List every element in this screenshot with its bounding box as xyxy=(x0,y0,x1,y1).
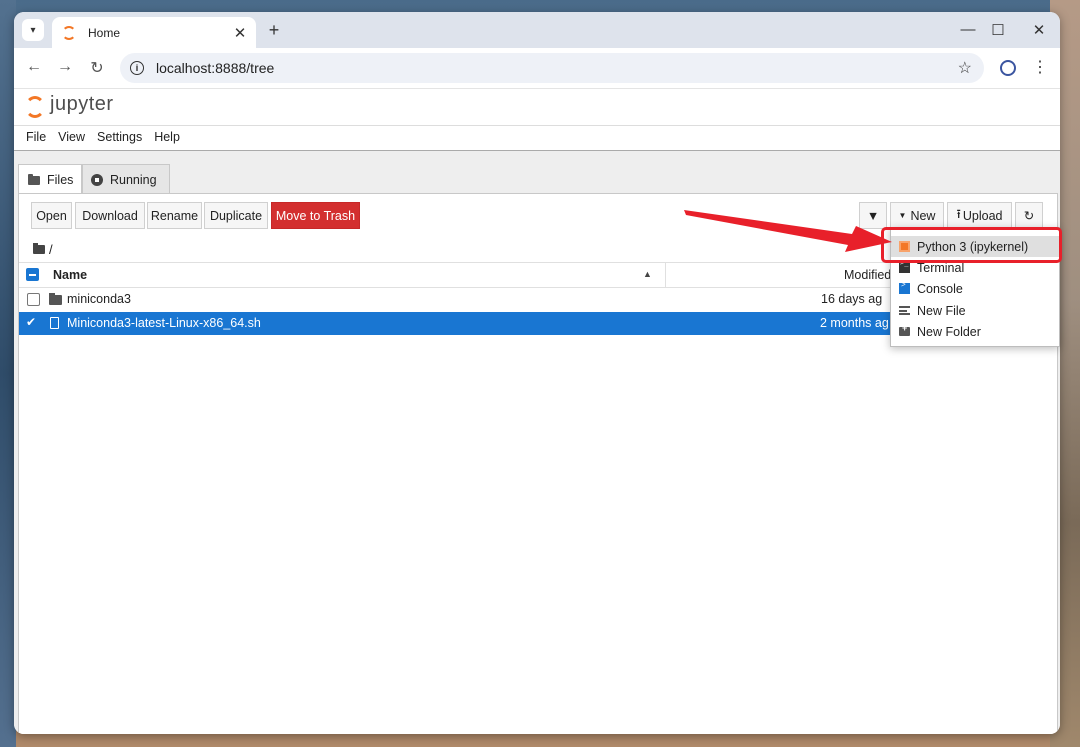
menu-help[interactable]: Help xyxy=(148,126,186,144)
sort-ascending-icon[interactable]: ▲ xyxy=(643,269,652,279)
address-bar[interactable]: i localhost:8888/tree ☆ xyxy=(120,53,984,83)
upload-icon: ⭱ xyxy=(956,207,961,221)
filter-icon[interactable]: ▼ xyxy=(859,202,887,229)
browser-tabstrip: ▾ Home ✕ + — ☐ ✕ xyxy=(14,12,1060,48)
menu-view[interactable]: View xyxy=(52,126,91,144)
tab-files[interactable]: Files xyxy=(18,164,82,196)
row-checkbox[interactable] xyxy=(27,293,40,306)
folder-icon xyxy=(49,293,62,305)
menu-item-new-folder[interactable]: New Folder xyxy=(891,321,1059,342)
file-modified: 16 days ag xyxy=(821,292,883,306)
browser-window: ▾ Home ✕ + — ☐ ✕ ← → ↻ i localhost:8888/… xyxy=(14,12,1060,734)
open-button[interactable]: Open xyxy=(31,202,72,229)
download-button[interactable]: Download xyxy=(75,202,145,229)
menu-item-label: Python 3 (ipykernel) xyxy=(917,239,1029,254)
tab-search-chevron-icon[interactable]: ▾ xyxy=(22,19,44,41)
minimize-icon[interactable]: — xyxy=(958,21,978,38)
site-info-icon[interactable]: i xyxy=(130,61,144,75)
breadcrumb-folder-icon xyxy=(33,243,45,254)
menu-item-python3[interactable]: Python 3 (ipykernel) xyxy=(891,236,1059,257)
menu-item-label: Console xyxy=(917,281,963,296)
file-icon xyxy=(899,306,910,315)
profile-icon[interactable] xyxy=(1000,60,1016,76)
jupyter-header: jupyter xyxy=(14,89,1060,126)
browser-tab-home[interactable]: Home ✕ xyxy=(52,17,256,48)
tab-running[interactable]: Running xyxy=(82,164,170,195)
move-to-trash-button[interactable]: Move to Trash xyxy=(271,202,360,229)
url-text[interactable]: localhost:8888/tree xyxy=(156,60,958,76)
browser-toolbar: ← → ↻ i localhost:8888/tree ☆ ⋮ xyxy=(14,48,1060,89)
menu-item-console[interactable]: Console xyxy=(891,278,1059,299)
menu-file[interactable]: File xyxy=(14,126,52,144)
forward-arrow-icon[interactable]: → xyxy=(55,58,75,76)
file-name[interactable]: Miniconda3-latest-Linux-x86_64.sh xyxy=(67,316,261,330)
breadcrumb[interactable]: / xyxy=(33,242,53,257)
menu-item-label: New Folder xyxy=(917,324,981,339)
menu-item-new-file[interactable]: New File xyxy=(891,300,1059,321)
bookmark-star-icon[interactable]: ☆ xyxy=(958,58,972,78)
upload-button[interactable]: ⭱ Upload xyxy=(947,202,1012,229)
file-name[interactable]: miniconda3 xyxy=(67,292,131,306)
select-all-checkbox[interactable] xyxy=(26,268,39,281)
window-close-icon[interactable]: ✕ xyxy=(1029,21,1049,39)
duplicate-button[interactable]: Duplicate xyxy=(204,202,268,229)
file-modified: 2 months ag xyxy=(820,316,889,330)
refresh-icon[interactable]: ↻ xyxy=(1015,202,1043,229)
menu-settings[interactable]: Settings xyxy=(91,126,148,144)
caret-down-icon: ▼ xyxy=(898,211,907,220)
browser-menu-icon[interactable]: ⋮ xyxy=(1032,57,1048,77)
menu-item-label: New File xyxy=(917,303,966,318)
new-dropdown-menu: Python 3 (ipykernel) Terminal Console Ne… xyxy=(890,227,1060,347)
browser-tab-title: Home xyxy=(88,25,121,40)
folder-icon xyxy=(28,173,40,185)
folder-plus-icon xyxy=(899,323,910,336)
tab-running-label: Running xyxy=(110,172,157,187)
new-button[interactable]: ▼ New xyxy=(890,202,944,229)
back-arrow-icon[interactable]: ← xyxy=(24,58,44,76)
rename-button[interactable]: Rename xyxy=(147,202,202,229)
jupyter-logo-text: jupyter xyxy=(50,93,114,115)
menu-item-terminal[interactable]: Terminal xyxy=(891,257,1059,278)
upload-button-label: Upload xyxy=(962,208,1003,223)
terminal-icon xyxy=(899,259,910,273)
maximize-icon[interactable]: ☐ xyxy=(988,21,1008,39)
file-icon xyxy=(50,317,59,329)
reload-icon[interactable]: ↻ xyxy=(87,58,107,78)
menu-bar: File View Settings Help xyxy=(14,126,1060,151)
running-stop-icon xyxy=(91,173,103,186)
menu-item-label: Terminal xyxy=(917,260,965,275)
python-icon xyxy=(899,241,910,252)
jupyter-favicon-icon xyxy=(62,25,76,40)
checkmark-icon[interactable]: ✔ xyxy=(26,315,36,329)
console-icon xyxy=(899,280,910,294)
column-resize-handle[interactable] xyxy=(665,263,666,287)
tab-files-label: Files xyxy=(47,173,74,187)
tab-close-icon[interactable]: ✕ xyxy=(230,24,250,42)
column-name-header[interactable]: Name xyxy=(53,268,87,282)
breadcrumb-path[interactable]: / xyxy=(49,242,53,257)
column-modified-header[interactable]: Modified xyxy=(844,268,891,282)
new-tab-button[interactable]: + xyxy=(264,20,284,41)
jupyter-logo-icon xyxy=(25,96,45,118)
new-button-label: New xyxy=(910,208,936,223)
